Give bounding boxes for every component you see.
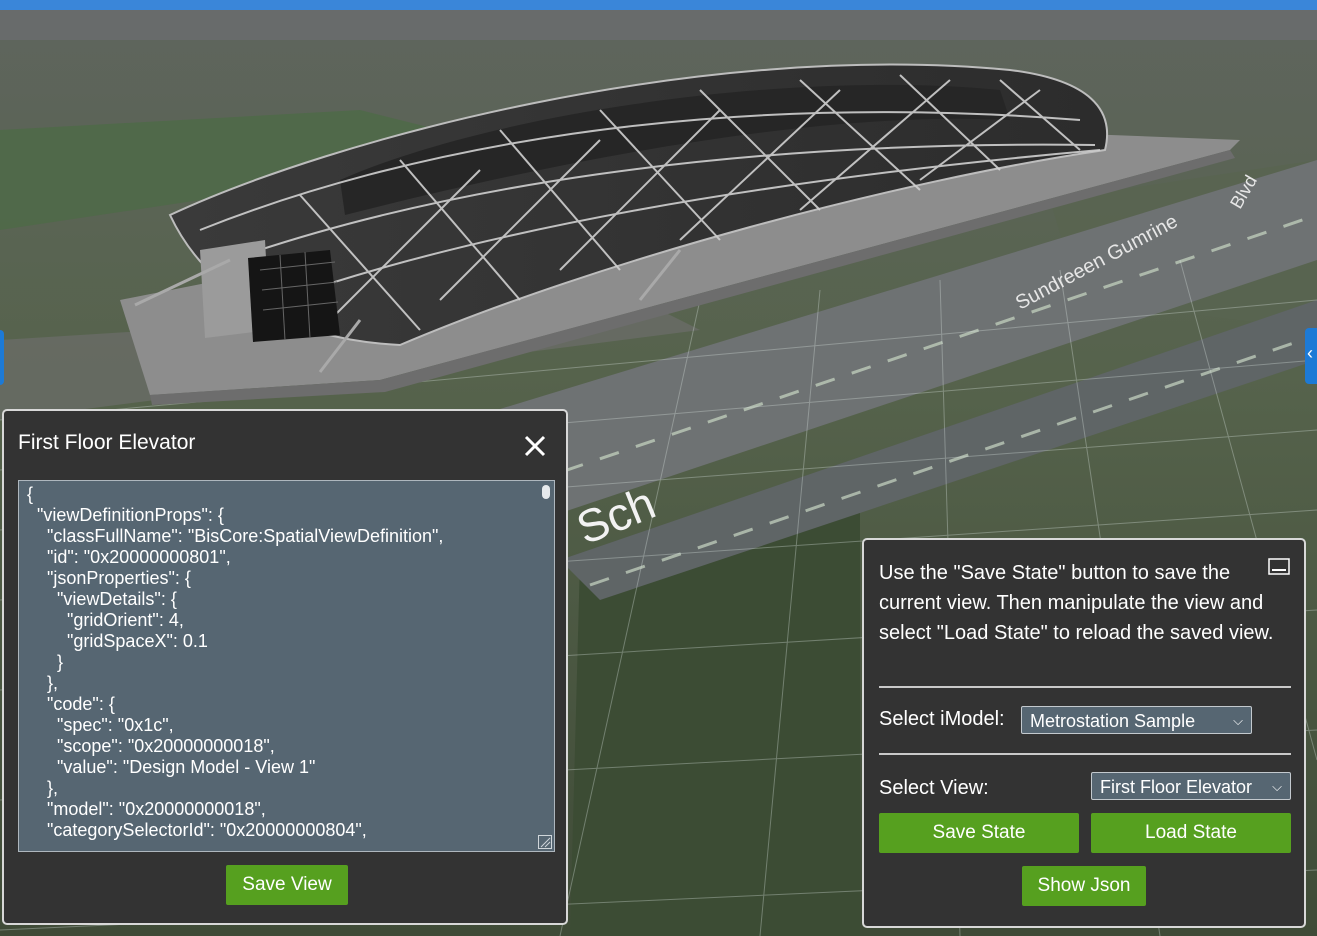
- view-state-panel: Use the "Save State" button to save the …: [862, 538, 1306, 928]
- chevron-down-icon: ⌵: [1233, 713, 1243, 728]
- view-json-text: { "viewDefinitionProps": { "classFullNam…: [27, 484, 444, 840]
- expand-icon: ‹: [1307, 343, 1313, 363]
- resize-handle-icon[interactable]: [538, 835, 552, 849]
- minimize-icon[interactable]: [1268, 558, 1290, 576]
- select-imodel-label: Select iModel:: [879, 708, 1005, 730]
- right-panel-tab[interactable]: ‹: [1305, 328, 1317, 384]
- save-view-button[interactable]: Save View: [226, 865, 348, 905]
- view-json-dialog: First Floor Elevator { "viewDefinitionPr…: [2, 409, 568, 925]
- view-select-value: First Floor Elevator: [1100, 777, 1253, 797]
- select-view-label: Select View:: [879, 777, 989, 799]
- close-icon[interactable]: [522, 433, 548, 459]
- imodel-select[interactable]: Metrostation Sample ⌵: [1021, 706, 1252, 734]
- save-state-button[interactable]: Save State: [879, 813, 1079, 853]
- divider: [879, 686, 1291, 688]
- chevron-down-icon: ⌵: [1272, 779, 1282, 794]
- instructions-text: Use the "Save State" button to save the …: [879, 562, 1274, 644]
- left-panel-tab[interactable]: [0, 330, 4, 385]
- view-json-textarea[interactable]: { "viewDefinitionProps": { "classFullNam…: [18, 480, 555, 852]
- imodel-select-value: Metrostation Sample: [1030, 711, 1196, 731]
- load-state-button[interactable]: Load State: [1091, 813, 1291, 853]
- dialog-title: First Floor Elevator: [18, 431, 196, 454]
- divider: [879, 753, 1291, 755]
- scrollbar-thumb[interactable]: [542, 485, 550, 499]
- view-select[interactable]: First Floor Elevator ⌵: [1091, 772, 1291, 800]
- show-json-button[interactable]: Show Json: [1022, 866, 1146, 906]
